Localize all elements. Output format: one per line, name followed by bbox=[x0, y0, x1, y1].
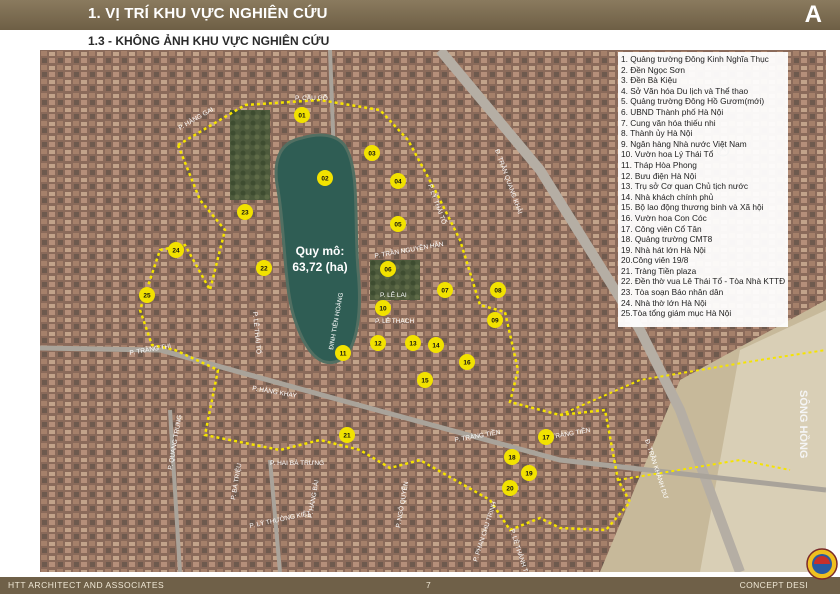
legend-item: 19. Nhà hát lớn Hà Nội bbox=[621, 244, 706, 255]
marker-label: 01 bbox=[298, 113, 306, 120]
legend-item: 8. Thành ủy Hà Nội bbox=[621, 128, 693, 139]
park-area bbox=[230, 110, 270, 200]
legend-item: 21. Tràng Tiền plaza bbox=[621, 265, 697, 276]
legend-item: 11. Tháp Hòa Phong bbox=[621, 159, 697, 170]
legend-item: 1. Quảng trường Đông Kinh Nghĩa Thục bbox=[621, 54, 769, 64]
map-legend: 1. Quảng trường Đông Kinh Nghĩa Thục 2. … bbox=[618, 52, 788, 327]
marker-label: 07 bbox=[441, 288, 449, 295]
marker-label: 09 bbox=[491, 318, 499, 325]
marker-label: 25 bbox=[143, 293, 151, 300]
legend-item: 3. Đền Bà Kiệu bbox=[621, 75, 677, 86]
legend-item: 5. Quảng trường Đông Hồ Gươm(mới) bbox=[621, 96, 765, 107]
legend-item: 6. UBND Thành phố Hà Nội bbox=[621, 106, 724, 117]
area-label: Quy mô: bbox=[296, 244, 345, 258]
marker-label: 11 bbox=[340, 351, 347, 358]
marker-label: 06 bbox=[384, 267, 392, 274]
page-number: 7 bbox=[426, 580, 431, 590]
page-subtitle: 1.3 - KHÔNG ẢNH KHU VỰC NGHIÊN CỨU bbox=[88, 34, 330, 48]
legend-item: 17. Công viên Cổ Tân bbox=[621, 223, 702, 234]
legend-item: 4. Sở Văn hóa Du lịch và Thể thao bbox=[621, 85, 749, 96]
marker-label: 19 bbox=[525, 471, 533, 478]
area-value: 63,72 (ha) bbox=[292, 260, 347, 274]
legend-item: 16. Vườn hoa Con Cóc bbox=[621, 212, 707, 223]
company-logo-icon bbox=[806, 548, 838, 580]
legend-item: 15. Bộ lao động thương binh và Xã hội bbox=[621, 202, 764, 213]
marker-label: 20 bbox=[506, 486, 514, 493]
marker-label: 14 bbox=[432, 343, 440, 350]
legend-item: 14. Nhà khách chính phủ bbox=[621, 191, 714, 202]
marker-label: 03 bbox=[368, 151, 376, 158]
river-label: SÔNG HỒNG bbox=[797, 390, 810, 458]
legend-item: 7. Cung văn hóa thiếu nhi bbox=[621, 117, 716, 128]
section-title: 1. VỊ TRÍ KHU VỰC NGHIÊN CỨU bbox=[88, 5, 328, 22]
marker-label: 15 bbox=[421, 378, 429, 385]
legend-item: 2. Đền Ngọc Sơn bbox=[621, 64, 686, 75]
marker-label: 12 bbox=[374, 341, 382, 348]
marker-label: 16 bbox=[463, 360, 471, 367]
marker-label: 08 bbox=[494, 288, 502, 295]
legend-item: 20.Công viên 19/8 bbox=[621, 255, 689, 266]
marker-label: 18 bbox=[508, 455, 516, 462]
footer-bar: HTT ARCHITECT AND ASSOCIATES 7 CONCEPT D… bbox=[0, 577, 840, 594]
marker-label: 10 bbox=[379, 306, 387, 313]
marker-label: 05 bbox=[394, 222, 402, 229]
street-label: P. HAI BÀ TRƯNG bbox=[270, 458, 324, 467]
marker-label: 23 bbox=[241, 210, 249, 217]
legend-item: 10. Vườn hoa Lý Thái Tổ bbox=[621, 149, 714, 160]
legend-item: 18. Quảng trường CMT8 bbox=[621, 234, 713, 245]
marker-label: 24 bbox=[172, 248, 180, 255]
company-name: HTT ARCHITECT AND ASSOCIATES bbox=[8, 580, 165, 590]
street-label: P. LÊ LAI bbox=[380, 290, 407, 299]
marker-label: 02 bbox=[321, 176, 329, 183]
marker-label: 21 bbox=[343, 433, 351, 440]
marker-label: 13 bbox=[409, 341, 417, 348]
header-bar: 1. VỊ TRÍ KHU VỰC NGHIÊN CỨU A bbox=[0, 0, 840, 30]
legend-item: 13. Trụ sở Cơ quan Chủ tịch nước bbox=[621, 181, 749, 192]
street-label: P. LÊ THẠCH bbox=[375, 316, 414, 325]
footer-section-label: CONCEPT DESI bbox=[739, 580, 808, 590]
legend-item: 12. Bưu điện Hà Nội bbox=[621, 170, 697, 181]
legend-item: 23. Tòa soạn Báo nhân dân bbox=[621, 287, 724, 298]
marker-label: 04 bbox=[394, 179, 402, 186]
legend-item: 24. Nhà thờ lớn Hà Nội bbox=[621, 297, 707, 308]
legend-item: 25.Tòa tổng giám mục Hà Nội bbox=[621, 308, 732, 319]
section-letter: A bbox=[804, 1, 822, 28]
legend-item: 9. Ngân hàng Nhà nước Việt Nam bbox=[621, 138, 747, 149]
marker-label: 22 bbox=[260, 266, 268, 273]
legend-item: 22. Đền thờ vua Lê Thái Tổ - Tòa Nhà KTT… bbox=[621, 276, 786, 287]
marker-label: 17 bbox=[542, 435, 550, 442]
